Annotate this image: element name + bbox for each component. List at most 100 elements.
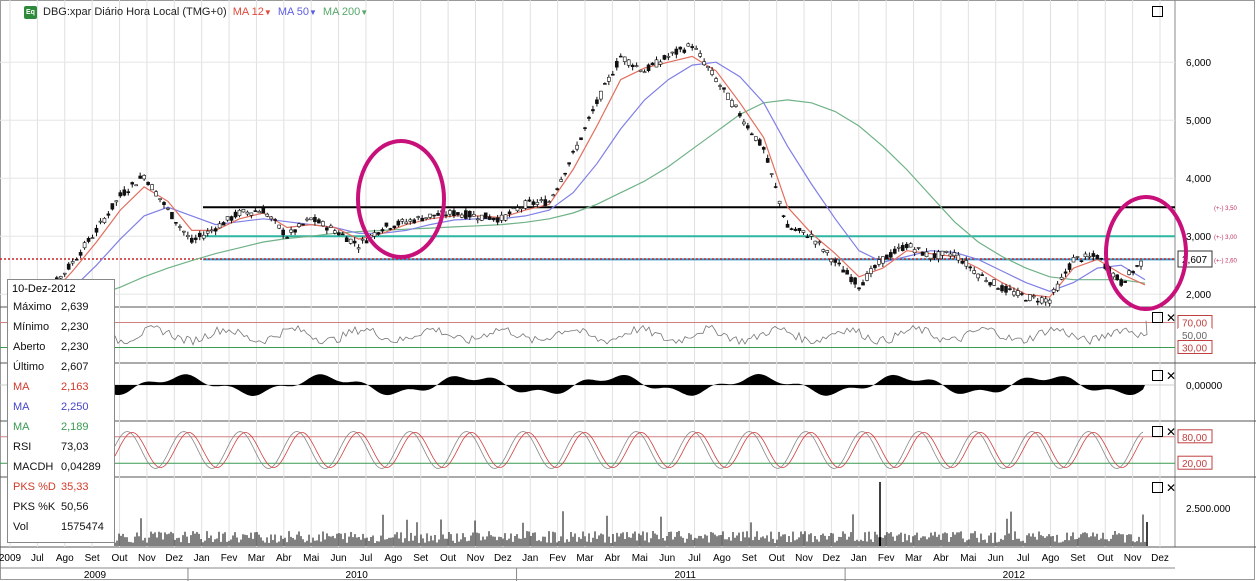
month-tick-label: Out — [769, 553, 785, 564]
year-label: 2010 — [346, 570, 369, 581]
month-tick-label: Jun — [988, 553, 1004, 564]
candle-body — [293, 229, 297, 233]
candle-body — [706, 66, 710, 69]
candle-body — [58, 276, 63, 279]
candle-body — [201, 234, 206, 239]
candle-body — [539, 199, 544, 201]
candle-body — [114, 200, 119, 203]
candle-body — [670, 51, 675, 54]
candle-body — [936, 251, 941, 260]
candle-body — [404, 221, 409, 225]
data-window: 10-Dez-2012 Máximo 2,639 Mínimo 2,230 Aberto… — [7, 279, 115, 543]
candle-body — [603, 83, 607, 85]
candle-body — [563, 172, 567, 175]
maximize-icon[interactable] — [1152, 312, 1163, 323]
candle-body — [599, 90, 603, 100]
candle-body — [452, 210, 456, 216]
level-label: (+-) 3,50 — [1214, 206, 1238, 212]
candle-body — [456, 212, 460, 216]
close-icon[interactable]: ✕ — [1166, 426, 1176, 438]
candle-body — [642, 71, 647, 74]
candle-body — [329, 225, 333, 228]
candle-body — [261, 207, 266, 214]
candle-body — [1111, 272, 1116, 278]
candle-body — [805, 236, 810, 239]
month-tick-label: Set — [85, 553, 100, 564]
candle-body — [543, 199, 548, 206]
candle-body — [1099, 257, 1104, 260]
close-icon[interactable]: ✕ — [1166, 482, 1176, 494]
maximize-icon[interactable] — [1152, 426, 1163, 437]
candle-body — [829, 258, 834, 263]
candle-body — [988, 282, 992, 286]
candle-body — [495, 217, 500, 223]
candle-body — [777, 200, 782, 204]
candle-body — [865, 273, 869, 281]
month-tick-label: Set — [413, 553, 428, 564]
candle-body — [904, 243, 909, 249]
candle-body — [281, 229, 285, 236]
maximize-icon[interactable] — [1152, 370, 1163, 381]
candle-body — [785, 223, 790, 228]
candle-body — [483, 212, 488, 219]
ma200-dropdown[interactable]: MA 200▼ — [323, 6, 368, 18]
candle-body — [420, 217, 424, 222]
candle-body — [380, 229, 385, 232]
info-row: Mínimo 2,230 — [8, 317, 114, 337]
maximize-icon[interactable] — [1152, 482, 1163, 493]
candle-body — [916, 247, 921, 249]
info-row: PKS %D 35,33 — [8, 477, 114, 497]
candle-body — [1012, 291, 1016, 296]
maximize-icon[interactable] — [1152, 6, 1163, 17]
candle-body — [809, 233, 814, 237]
candle-body — [209, 229, 214, 232]
rsi-panel-controls[interactable]: ✕ — [1152, 311, 1176, 324]
stoch-level-label: 80,00 — [1182, 433, 1207, 444]
stock-chart[interactable]: 2009 Jul Ago Set Out Nov Dez Jan Fev Mar Abr Mai Jun… — [0, 0, 1256, 581]
candle-body — [611, 73, 615, 76]
volume-panel-controls[interactable]: ✕ — [1152, 481, 1176, 494]
info-row: PKS %K 50,56 — [8, 497, 114, 517]
candle-body — [857, 287, 861, 290]
candle-body — [269, 216, 274, 220]
close-icon[interactable]: ✕ — [1166, 370, 1176, 382]
month-tick-label: Nov — [138, 553, 156, 564]
candle-body — [166, 208, 170, 210]
candle-body — [726, 92, 730, 100]
candle-body — [638, 69, 643, 72]
info-row: Último 2,607 — [8, 357, 114, 377]
ma50-dropdown[interactable]: MA 50▼ — [278, 6, 317, 18]
candle-body — [392, 225, 397, 229]
candle-body — [980, 274, 984, 276]
candle-body — [364, 240, 369, 244]
month-tick-label: 2009 — [0, 553, 22, 564]
info-label: Último — [13, 361, 45, 373]
candle-body — [519, 207, 524, 210]
candle-body — [229, 216, 234, 221]
annotation-circle — [1104, 195, 1188, 311]
stoch-panel-controls[interactable]: ✕ — [1152, 425, 1176, 438]
candle-body — [360, 238, 365, 241]
candle-body — [344, 237, 349, 243]
candle-body — [396, 220, 401, 226]
candle-body — [1031, 295, 1036, 298]
candle-body — [694, 48, 699, 50]
month-tick-label: Set — [1070, 553, 1085, 564]
ma12-dropdown[interactable]: MA 12▼ — [233, 6, 272, 18]
macd-panel-controls[interactable]: ✕ — [1152, 369, 1176, 382]
price-tick-label: 5,000 — [1186, 116, 1211, 127]
candle-body — [285, 237, 289, 239]
month-tick-label: Fev — [221, 553, 238, 564]
candle-body — [833, 259, 838, 263]
candle-body — [130, 182, 135, 185]
close-icon[interactable]: ✕ — [1166, 312, 1176, 324]
candle-body — [499, 214, 504, 221]
candle-body — [523, 200, 528, 209]
month-tick-label: Dez — [165, 553, 183, 564]
main-panel-maximize-button[interactable] — [1152, 5, 1166, 17]
candle-body — [730, 100, 734, 107]
month-tick-label: Jul — [360, 553, 373, 564]
level-label: (+-) 3,00 — [1214, 235, 1238, 241]
candle-body — [376, 232, 381, 235]
candle-body — [289, 229, 293, 233]
